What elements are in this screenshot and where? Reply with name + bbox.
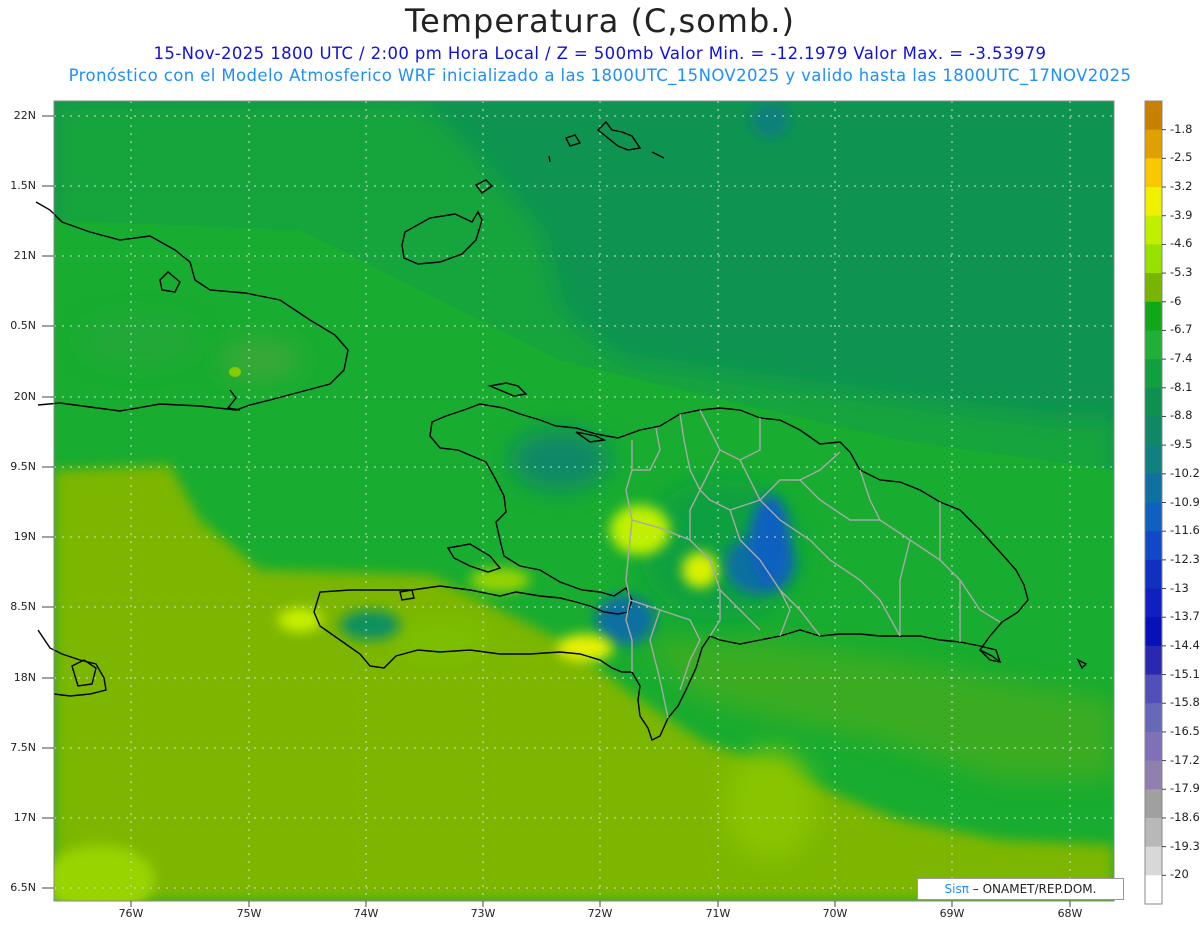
colorbar-label: -19.3 — [1170, 838, 1200, 853]
lon-label-75W: 75W — [236, 907, 262, 920]
colorbar-swatch — [1145, 588, 1162, 618]
colorbar-label: -20 — [1170, 867, 1189, 882]
colorbar-label: -7.4 — [1170, 351, 1193, 366]
colorbar-swatch — [1145, 273, 1162, 303]
colorbar-label: -8.8 — [1170, 408, 1193, 423]
lon-label-69W: 69W — [939, 907, 965, 920]
colorbar-swatch — [1145, 359, 1162, 389]
colorbar-label: -6.7 — [1170, 322, 1193, 337]
colorbar-swatch — [1145, 674, 1162, 704]
lat-label-18.5N: 8.5N — [10, 600, 36, 613]
colorbar-swatch — [1145, 215, 1162, 245]
credit-brand: Sisπ — [944, 882, 969, 896]
colorbar-swatch — [1145, 731, 1162, 762]
lat-label-18N: 18N — [13, 671, 36, 684]
colorbar-swatch — [1145, 502, 1162, 532]
colorbar-swatch — [1145, 531, 1162, 561]
lon-label-72W: 72W — [587, 907, 613, 920]
lat-label-17.5N: 7.5N — [10, 741, 36, 754]
colorbar-swatch — [1145, 158, 1162, 188]
colorbar-label: -12.3 — [1170, 551, 1200, 566]
lat-label-20.5N: 0.5N — [10, 319, 36, 332]
colorbar-label: -1.8 — [1170, 121, 1193, 136]
colorbar-swatch — [1145, 301, 1162, 331]
colorbar-swatch — [1145, 760, 1162, 790]
colorbar-label: -11.6 — [1170, 523, 1200, 538]
colorbar-label: -15.1 — [1170, 666, 1200, 681]
colorbar-swatch — [1145, 101, 1162, 131]
colorbar-label: -14.4 — [1170, 637, 1200, 652]
colorbar-label: -17.2 — [1170, 752, 1200, 767]
lat-label-19.5N: 9.5N — [10, 460, 36, 473]
lat-label-21N: 21N — [13, 249, 36, 262]
colorbar-swatch — [1145, 703, 1162, 733]
colorbar-swatch — [1145, 187, 1162, 217]
colorbar-swatch — [1145, 617, 1162, 647]
colorbar-label: -3.2 — [1170, 179, 1193, 194]
credit-box: Sisπ – ONAMET/REP.DOM. — [917, 878, 1124, 900]
colorbar-swatch — [1145, 473, 1162, 503]
lon-label-76W: 76W — [118, 907, 144, 920]
colorbar-label: -13 — [1170, 580, 1189, 595]
colorbar-label: -15.8 — [1170, 695, 1200, 710]
colorbar-label: -16.5 — [1170, 723, 1200, 738]
lon-label-71W: 71W — [705, 907, 731, 920]
colorbar-label: -10.2 — [1170, 465, 1200, 480]
colorbar-label: -3.9 — [1170, 207, 1193, 222]
colorbar-swatch — [1145, 416, 1162, 446]
colorbar-label: -5.3 — [1170, 265, 1193, 280]
lat-label-20N: 20N — [13, 390, 36, 403]
colorbar-swatch — [1145, 846, 1162, 876]
colorbar-label: -18.6 — [1170, 809, 1200, 824]
colorbar — [1144, 100, 1166, 905]
lat-label-17N: 17N — [13, 811, 36, 824]
colorbar-swatch — [1145, 817, 1162, 848]
colorbar-swatch — [1145, 645, 1162, 676]
lat-label-16.5N: 6.5N — [10, 881, 36, 894]
colorbar-swatch — [1145, 445, 1162, 475]
colorbar-swatch — [1145, 789, 1162, 819]
lat-label-22N: 22N — [13, 109, 36, 122]
lon-label-73W: 73W — [470, 907, 496, 920]
colorbar-swatch — [1145, 387, 1162, 417]
colorbar-label: -9.5 — [1170, 437, 1193, 452]
lat-label-19N: 19N — [13, 530, 36, 543]
colorbar-swatch — [1145, 559, 1162, 590]
colorbar-swatch — [1145, 330, 1162, 360]
colorbar-label: -13.7 — [1170, 609, 1200, 624]
colorbar-label: -4.6 — [1170, 236, 1193, 251]
lon-label-70W: 70W — [822, 907, 848, 920]
colorbar-label: -2.5 — [1170, 150, 1193, 165]
colorbar-swatch — [1145, 875, 1162, 905]
colorbar-swatch — [1145, 129, 1162, 159]
colorbar-swatch — [1145, 244, 1162, 274]
lon-label-68W: 68W — [1057, 907, 1083, 920]
colorbar-label: -8.1 — [1170, 379, 1193, 394]
lon-label-74W: 74W — [353, 907, 379, 920]
credit-text: – ONAMET/REP.DOM. — [968, 882, 1097, 896]
colorbar-label: -6 — [1170, 293, 1182, 308]
map-figure — [35, 100, 1166, 907]
colorbar-label: -10.9 — [1170, 494, 1200, 509]
colorbar-label: -17.9 — [1170, 781, 1200, 796]
lat-label-21.5N: 1.5N — [10, 179, 36, 192]
